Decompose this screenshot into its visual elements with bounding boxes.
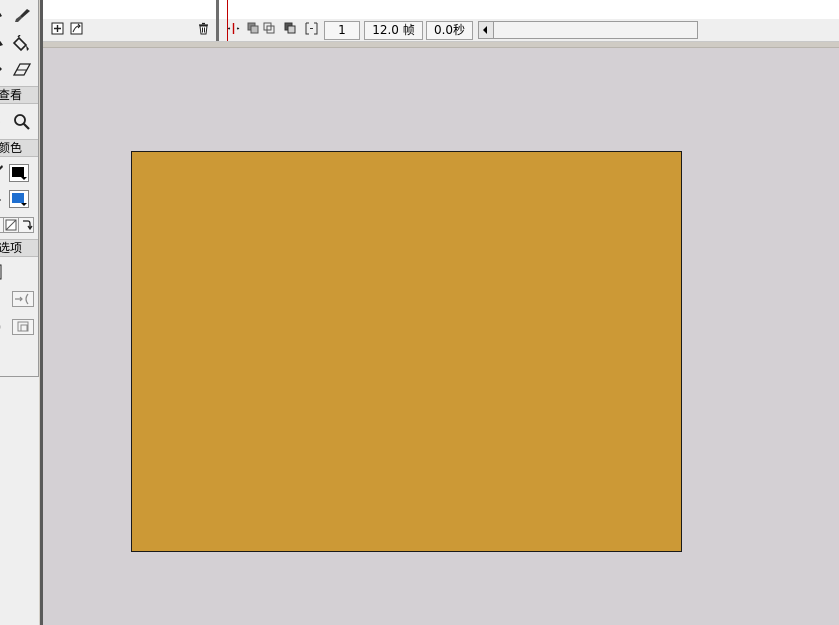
elapsed-time-field: 0.0秒 [426, 21, 473, 40]
onion-skin-outlines-icon[interactable] [263, 22, 276, 35]
close-gaps-icon[interactable] [12, 291, 34, 307]
gap-size-icon[interactable] [0, 290, 10, 308]
brush-tool-icon[interactable] [12, 7, 30, 25]
center-frame-icon[interactable] [227, 22, 240, 35]
options-section-label: 选项 [0, 241, 23, 255]
delete-layer-trash-icon[interactable] [197, 22, 210, 35]
stroke-color-fill [12, 167, 24, 177]
stage-canvas[interactable] [131, 151, 682, 552]
pencil-icon[interactable] [0, 6, 12, 24]
tools-panel-background [0, 377, 39, 625]
paint-bucket-icon[interactable] [12, 35, 30, 53]
add-motion-guide-icon[interactable] [70, 22, 83, 35]
frame-rate-field: 12.0 帧 [364, 21, 423, 40]
current-frame-field: 1 [324, 21, 360, 40]
view-section-label: 查看 [0, 88, 23, 102]
layer-panel-divider[interactable] [216, 0, 219, 41]
lock-bitmap-icon[interactable] [12, 319, 34, 335]
swap-colors-icon[interactable] [18, 217, 34, 233]
modify-onion-markers-icon[interactable] [305, 22, 318, 35]
fill-color-fill [12, 193, 24, 203]
hand-tool-icon[interactable] [0, 113, 12, 131]
lock-fill-icon[interactable] [0, 263, 10, 281]
insert-layer-icon[interactable] [51, 22, 64, 35]
stroke-color-swatch[interactable] [9, 164, 29, 182]
scroll-left-arrow-icon[interactable] [479, 22, 494, 38]
fill-dropdown-icon [21, 203, 27, 206]
tools-panel: 查看 颜色 选项 [0, 0, 39, 377]
no-color-icon[interactable] [3, 217, 19, 233]
timeline-layers-area [43, 0, 839, 19]
colors-section-label: 颜色 [0, 141, 23, 155]
fill-color-swatch[interactable] [9, 190, 29, 208]
options-section-header: 选项 [0, 239, 38, 257]
view-section-header: 查看 [0, 86, 38, 104]
timeline-horizontal-scrollbar[interactable] [478, 21, 698, 39]
onion-skin-icon[interactable] [247, 22, 260, 35]
colors-section-header: 颜色 [0, 139, 38, 157]
dropper-icon[interactable] [0, 60, 12, 78]
stroke-dropdown-icon [21, 177, 27, 180]
eraser-icon[interactable] [12, 62, 32, 80]
edit-multiple-frames-icon[interactable] [284, 22, 297, 35]
ink-bottle-icon[interactable] [0, 33, 12, 51]
transform-fill-icon[interactable] [0, 318, 10, 336]
zoom-tool-icon[interactable] [12, 113, 30, 131]
